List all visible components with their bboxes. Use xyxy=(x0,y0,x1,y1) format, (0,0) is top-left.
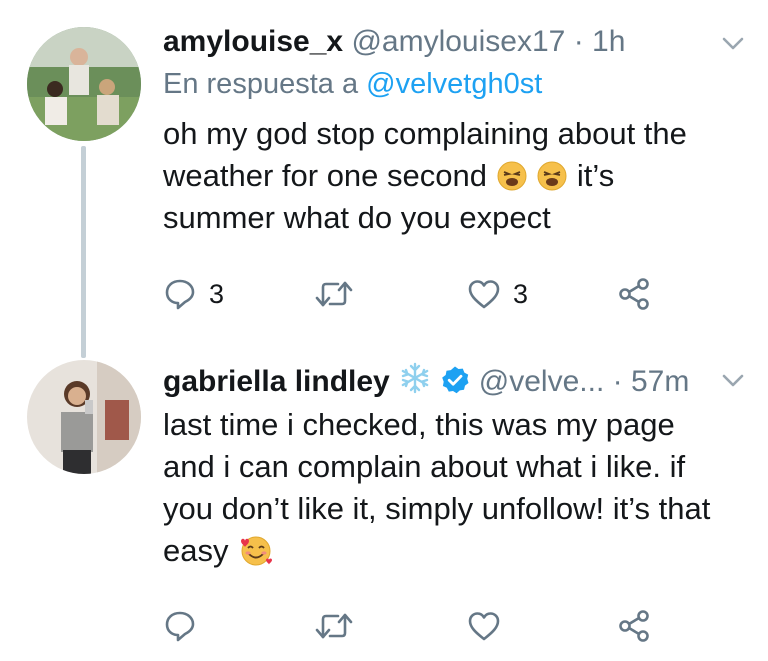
text-segment: weather for one second xyxy=(163,158,487,193)
text-line: and i can complain about what i like. if xyxy=(163,449,686,484)
tweet-header: amylouise_x @amylouisex17 · 1h xyxy=(163,24,625,60)
text-segment: it’s xyxy=(576,158,615,193)
tweet-header: gabriella lindley @velve... · 57m xyxy=(163,361,689,400)
like-button[interactable] xyxy=(467,606,513,646)
avatar[interactable] xyxy=(27,360,141,474)
display-name[interactable]: gabriella lindley xyxy=(163,365,390,398)
text-line: easy xyxy=(163,530,753,572)
action-bar xyxy=(163,606,663,646)
share-button[interactable] xyxy=(617,274,651,314)
snowflake-icon xyxy=(401,362,429,394)
smiling-face-with-hearts-emoji xyxy=(241,536,273,566)
heart-icon xyxy=(468,280,500,309)
text-line: weather for one second it’s xyxy=(163,155,753,197)
tweet-2[interactable]: gabriella lindley @velve... · 57m last t… xyxy=(0,340,768,661)
text-line: oh my god stop complaining about the xyxy=(163,116,687,151)
tweet-text: last time i checked, this was my page an… xyxy=(163,404,753,572)
reply-count: 3 xyxy=(209,278,225,309)
chevron-down-icon[interactable] xyxy=(722,374,744,388)
text-line: summer what do you expect xyxy=(163,200,551,235)
timestamp[interactable]: 1h xyxy=(592,25,625,58)
reply-mention-link[interactable]: @velvetgh0st xyxy=(366,68,542,100)
text-segment: easy xyxy=(163,533,229,568)
user-handle[interactable]: @amylouisex17 xyxy=(351,25,565,58)
timestamp[interactable]: 57m xyxy=(631,365,689,398)
text-line: you don’t like it, simply unfollow! it’s… xyxy=(163,491,711,526)
avatar[interactable] xyxy=(27,27,141,141)
reply-button[interactable] xyxy=(163,606,209,646)
display-name[interactable]: amylouise_x xyxy=(163,25,343,58)
share-icon xyxy=(619,278,649,310)
text-line: last time i checked, this was my page xyxy=(163,407,675,442)
tweet-1[interactable]: amylouise_x @amylouisex17 · 1h En respue… xyxy=(0,0,768,358)
heart-icon xyxy=(468,612,500,641)
retweet-button[interactable] xyxy=(314,274,366,314)
retweet-icon xyxy=(315,281,353,307)
separator-dot: · xyxy=(573,25,584,58)
tweet-text: oh my god stop complaining about the wea… xyxy=(163,113,753,239)
like-button[interactable]: 3 xyxy=(467,274,528,314)
user-handle[interactable]: @velve... xyxy=(479,365,605,398)
separator-dot: · xyxy=(612,365,623,398)
reply-context: En respuesta a @velvetgh0st xyxy=(163,66,542,102)
retweet-button[interactable] xyxy=(314,606,366,646)
like-count: 3 xyxy=(513,278,529,309)
thread-line xyxy=(81,146,86,358)
reply-label: En respuesta a xyxy=(163,68,359,100)
reply-icon xyxy=(165,611,195,642)
share-icon xyxy=(619,610,649,642)
verified-badge-icon xyxy=(442,366,469,394)
reply-button[interactable]: 3 xyxy=(163,274,224,314)
chevron-down-icon[interactable] xyxy=(722,37,744,51)
retweet-icon xyxy=(315,613,353,639)
share-button[interactable] xyxy=(617,606,651,646)
action-bar: 3 3 xyxy=(163,274,663,314)
reply-icon xyxy=(165,279,195,310)
weary-face-emoji xyxy=(537,161,567,191)
weary-face-emoji xyxy=(497,161,527,191)
